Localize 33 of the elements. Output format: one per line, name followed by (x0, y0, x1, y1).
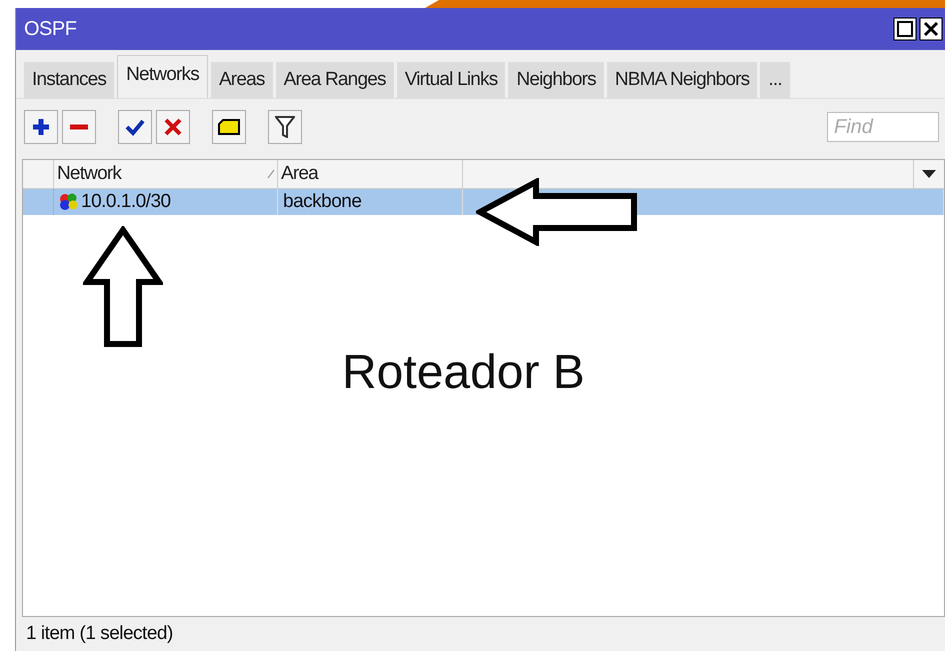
find-field[interactable]: Find (827, 112, 939, 142)
tab[interactable]: Area Ranges (276, 62, 394, 98)
maximize-icon[interactable] (893, 17, 917, 41)
filter-icon (275, 116, 295, 138)
sort-icon (267, 169, 275, 179)
table-cell: 10.0.1.0/30 (81, 191, 171, 213)
tab[interactable]: Networks (117, 55, 208, 98)
note-icon (218, 119, 240, 135)
status-text: 1 item (1 selected) (26, 623, 173, 645)
column-header[interactable]: Network (54, 160, 278, 188)
dropdown-icon[interactable] (922, 170, 936, 178)
comment-button[interactable] (212, 110, 246, 144)
filter-button[interactable] (268, 110, 302, 144)
annotation-label: Roteador B (342, 345, 585, 400)
close-icon[interactable] (919, 17, 943, 41)
column-header[interactable]: Area (278, 160, 463, 188)
disable-button[interactable] (156, 110, 190, 144)
plus-icon (31, 117, 51, 137)
minus-icon (69, 124, 89, 130)
checkmark-icon (125, 118, 145, 136)
add-button[interactable] (24, 110, 58, 144)
remove-button[interactable] (62, 110, 96, 144)
tab[interactable]: Instances (24, 62, 114, 98)
tab[interactable]: Neighbors (508, 62, 604, 98)
window-title: OSPF (24, 18, 76, 40)
enable-button[interactable] (118, 110, 152, 144)
tab[interactable]: Areas (210, 62, 273, 98)
table-cell: backbone (283, 191, 362, 213)
tab[interactable]: ... (760, 62, 790, 98)
tab[interactable]: NBMA Neighbors (606, 62, 758, 98)
network-icon (59, 193, 79, 211)
tab[interactable]: Virtual Links (396, 62, 506, 98)
cross-icon (164, 118, 182, 136)
